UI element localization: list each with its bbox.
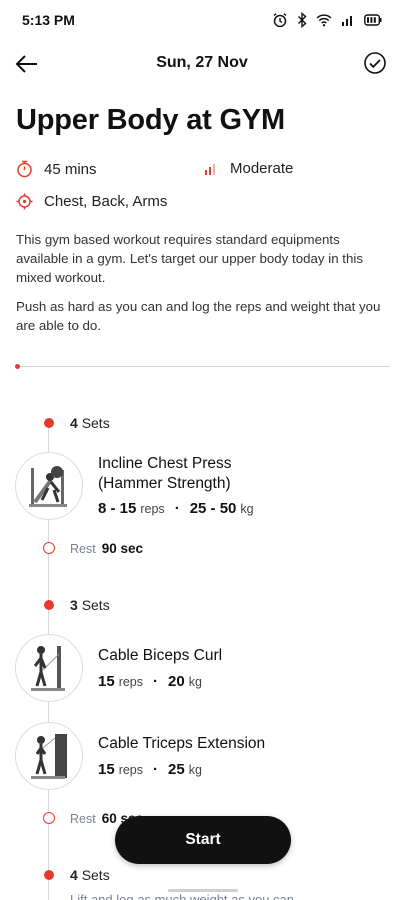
exercise-stats: 15 reps · 25 kg (98, 761, 202, 778)
exercise-stats: 15 reps · 20 kg (98, 673, 202, 690)
rest-marker (43, 812, 55, 824)
incline-press-illustration-icon (29, 466, 67, 507)
bluetooth-icon (298, 12, 307, 28)
wifi-icon (316, 14, 332, 27)
duration-text: 45 mins (44, 160, 97, 178)
meta-muscles: Chest, Back, Arms (16, 193, 167, 210)
alarm-icon (273, 13, 287, 28)
muscles-text: Chest, Back, Arms (44, 193, 168, 210)
set-marker (44, 418, 54, 428)
intensity-text: Moderate (230, 160, 294, 177)
set-marker (44, 600, 54, 610)
triceps-extension-illustration-icon (31, 734, 67, 779)
set-marker (44, 870, 54, 880)
set-count: 4 Sets (70, 867, 110, 883)
stopwatch-icon (17, 160, 32, 178)
target-icon (16, 193, 33, 210)
battery-icon (364, 14, 382, 26)
progress-track (16, 366, 390, 367)
exercise-thumbnail[interactable] (15, 634, 83, 702)
start-button[interactable]: Start (115, 816, 291, 864)
rest-row: Rest 90 sec (70, 541, 143, 556)
exercise-stats: 8 - 15 reps · 25 - 50 kg (98, 500, 254, 517)
cable-curl-illustration-icon (31, 646, 65, 691)
date-title: Sun, 27 Nov (156, 54, 248, 71)
intensity-bars-icon (205, 163, 215, 175)
check-circle-icon (364, 52, 386, 74)
app-bar: Sun, 27 Nov (0, 42, 404, 86)
exercise-name[interactable]: Cable Biceps Curl (98, 646, 222, 666)
rest-marker (43, 542, 55, 554)
progress-indicator (15, 364, 20, 369)
meta-duration: 45 mins (16, 160, 97, 178)
set-count: 4 Sets (70, 415, 110, 431)
exercise-name[interactable]: Cable Triceps Extension (98, 734, 265, 754)
set-count: 3 Sets (70, 597, 110, 613)
exercise-thumbnail[interactable] (15, 722, 83, 790)
home-indicator[interactable] (168, 889, 238, 892)
workout-description: This gym based workout requires standard… (16, 232, 363, 285)
status-time: 5:13 PM (22, 12, 75, 28)
status-icons (272, 12, 382, 28)
signal-icon (342, 16, 352, 26)
exercise-thumbnail[interactable] (15, 452, 83, 520)
done-button[interactable] (362, 50, 388, 76)
exercise-name[interactable]: Incline Chest Press (Hammer Strength) (98, 454, 232, 494)
meta-intensity: Moderate (203, 160, 293, 177)
workout-instructions: Push as hard as you can and log the reps… (16, 299, 381, 333)
set-note: Lift and log as much weight as you can (70, 892, 295, 900)
workout-title: Upper Body at GYM (16, 104, 285, 136)
status-bar: 5:13 PM (0, 0, 404, 40)
